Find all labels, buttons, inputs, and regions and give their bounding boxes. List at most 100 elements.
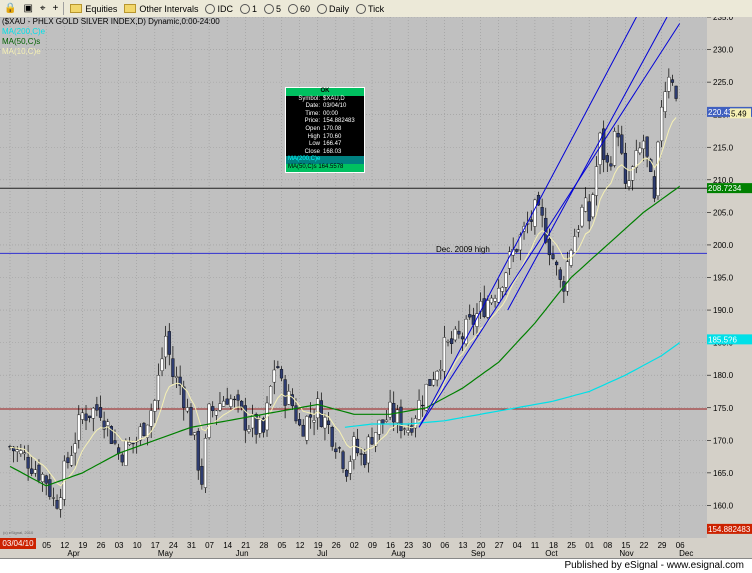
candle-body xyxy=(515,249,519,252)
interval-label: 5 xyxy=(275,3,281,14)
candle-body xyxy=(113,440,117,444)
cursor-ma50-row: MA(50,C)s 164.5578 xyxy=(286,163,364,172)
interval-icon xyxy=(287,3,298,14)
date-tick-label: 08 xyxy=(603,541,612,550)
candle-body xyxy=(26,456,30,469)
candle-body xyxy=(612,131,617,166)
interval-icon xyxy=(239,3,250,14)
candle-body xyxy=(80,412,84,420)
date-tick-label: 26 xyxy=(332,541,341,550)
candle-body xyxy=(348,461,352,474)
candle-body xyxy=(431,379,436,386)
candle-body xyxy=(428,379,432,386)
candle-body xyxy=(656,141,660,196)
candle-body xyxy=(392,403,396,423)
candle-body xyxy=(301,424,305,437)
candle-body xyxy=(395,409,399,424)
date-tick-label: 05 xyxy=(42,541,51,550)
toolbar: 🔒 ▣ ⌖ + Equities Other Intervals IDC 1 5… xyxy=(0,0,752,18)
interval-60-button[interactable]: 60 xyxy=(285,1,313,16)
candle-body xyxy=(399,406,403,431)
toolbar-separator xyxy=(63,2,65,15)
candle-body xyxy=(468,314,472,318)
candle-body xyxy=(55,500,59,509)
candle-body xyxy=(232,398,237,401)
candle-body xyxy=(298,419,302,426)
interval-5-button[interactable]: 5 xyxy=(261,1,284,16)
candle-body xyxy=(609,163,613,167)
candle-body xyxy=(482,298,486,317)
month-label: Aug xyxy=(391,549,405,558)
dec-2009-high-label: Dec. 2009 high xyxy=(436,245,490,254)
plus-icon[interactable]: + xyxy=(50,1,62,16)
candle-body xyxy=(51,497,56,499)
candle-body xyxy=(457,330,461,335)
interval-label: Tick xyxy=(368,3,385,14)
candle-body xyxy=(620,134,624,154)
candle-body xyxy=(453,328,457,341)
candle-body xyxy=(40,474,45,483)
cursor-row-value: 168.03 xyxy=(323,148,342,155)
cursor-window[interactable]: OK Symbol: $XAU,D Date: 03/04/10 Time: 00:00 P… xyxy=(285,87,365,173)
candle-body xyxy=(171,358,175,377)
candle-body xyxy=(84,413,88,421)
date-tick-label: 06 xyxy=(440,541,449,550)
cursor-window-header: OK xyxy=(286,88,364,96)
candle-body xyxy=(583,197,588,212)
candle-body xyxy=(279,369,284,379)
candle-body xyxy=(576,229,580,233)
candle-body xyxy=(196,430,200,471)
folder-icon xyxy=(124,4,137,13)
candle-body xyxy=(616,133,620,138)
candle-body xyxy=(106,421,110,426)
crosshair-icon[interactable]: ⌖ xyxy=(37,1,49,16)
candle-body xyxy=(486,300,490,318)
interval-icon xyxy=(263,3,274,14)
candle-body xyxy=(605,155,609,163)
candle-body xyxy=(345,470,349,477)
candle-body xyxy=(247,429,251,432)
interval-1-button[interactable]: 1 xyxy=(237,1,260,16)
price-chart[interactable]: 160.0165.0170.0175.0180.0185.0190.0195.0… xyxy=(0,17,752,558)
candle-body xyxy=(236,394,240,401)
cursor-row-value: 170.60 xyxy=(323,133,342,140)
interval-tick-button[interactable]: Tick xyxy=(353,1,387,16)
candle-body xyxy=(435,370,439,381)
interval-idc-button[interactable]: IDC xyxy=(202,1,236,16)
price-tick-label: 195.0 xyxy=(713,274,734,283)
candle-body xyxy=(587,201,591,222)
cursor-row-label: Time: xyxy=(305,110,320,117)
candle-body xyxy=(127,442,132,445)
candle-body xyxy=(547,238,551,256)
month-label: Nov xyxy=(619,549,633,558)
new-window-icon[interactable]: ▣ xyxy=(20,1,35,16)
candle-body xyxy=(189,407,193,436)
candle-body xyxy=(493,298,497,302)
date-tick-label: 25 xyxy=(567,541,576,550)
candle-body xyxy=(229,398,233,407)
candle-body xyxy=(663,91,667,112)
date-tick-label: 13 xyxy=(459,541,468,550)
folder-icon xyxy=(70,4,83,13)
candle-body xyxy=(225,398,229,405)
other-intervals-button[interactable]: Other Intervals xyxy=(121,1,201,16)
candle-body xyxy=(91,407,95,419)
candle-body xyxy=(283,379,287,406)
candle-body xyxy=(164,335,168,358)
candle-body xyxy=(37,464,41,481)
equities-button[interactable]: Equities xyxy=(67,1,120,16)
candle-body xyxy=(410,425,414,433)
interval-daily-button[interactable]: Daily xyxy=(314,1,352,16)
date-tick-label: 30 xyxy=(422,541,431,550)
candle-body xyxy=(337,447,342,449)
candle-body xyxy=(66,457,70,463)
cursor-row-label: Symbol: xyxy=(298,95,320,102)
price-tick-label: 160.0 xyxy=(713,501,734,510)
equities-label: Equities xyxy=(85,3,118,14)
cursor-window-row: Price: 154.882483 xyxy=(286,118,364,126)
date-tick-label: 07 xyxy=(205,541,214,550)
price-tick-label: 165.0 xyxy=(713,469,734,478)
date-tick-label: 19 xyxy=(78,541,87,550)
price-tick-label: 215.0 xyxy=(713,143,734,152)
lock-icon[interactable]: 🔒 xyxy=(1,1,19,16)
